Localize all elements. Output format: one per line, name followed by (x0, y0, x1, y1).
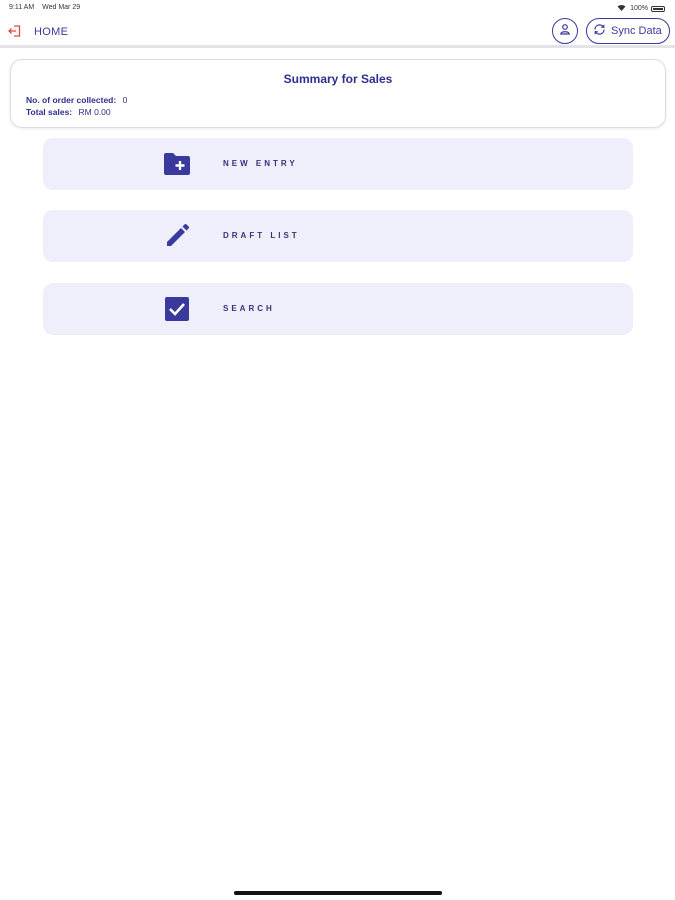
user-button[interactable] (552, 18, 578, 44)
pencil-icon (163, 223, 191, 249)
sync-data-button[interactable]: Sync Data (586, 18, 670, 44)
sync-icon (593, 23, 611, 39)
search-button[interactable]: SEARCH (43, 283, 633, 335)
status-bar: 9:11 AM Wed Mar 29 100% (0, 0, 675, 16)
page-title: HOME (34, 26, 69, 38)
orders-label: No. of order collected: (26, 95, 117, 105)
sales-label: Total sales: (26, 107, 73, 117)
orders-row: No. of order collected: 0 (26, 95, 127, 105)
draft-list-label: DRAFT LIST (223, 231, 300, 240)
user-icon (559, 22, 571, 40)
status-time: 9:11 AM (9, 4, 35, 11)
folder-plus-icon (163, 151, 191, 177)
search-label: SEARCH (223, 304, 275, 313)
nav-bar: HOME Sync Data (0, 16, 675, 47)
sales-row: Total sales: RM 0.00 (26, 107, 111, 117)
sync-data-label: Sync Data (611, 25, 662, 37)
sales-summary-card: Summary for Sales No. of order collected… (10, 59, 666, 128)
draft-list-button[interactable]: DRAFT LIST (43, 210, 633, 262)
summary-heading: Summary for Sales (283, 72, 393, 86)
checkbox-icon (163, 296, 191, 322)
header-divider (0, 45, 675, 48)
new-entry-label: NEW ENTRY (223, 159, 298, 168)
home-indicator (234, 891, 442, 895)
new-entry-button[interactable]: NEW ENTRY (43, 138, 633, 190)
status-date: Wed Mar 29 (42, 4, 81, 11)
sales-value: RM 0.00 (78, 107, 111, 117)
battery-icon (651, 5, 665, 12)
battery-percent: 100% (630, 5, 648, 12)
logout-icon[interactable] (8, 24, 22, 38)
orders-value: 0 (122, 95, 128, 105)
wifi-icon (617, 4, 626, 13)
